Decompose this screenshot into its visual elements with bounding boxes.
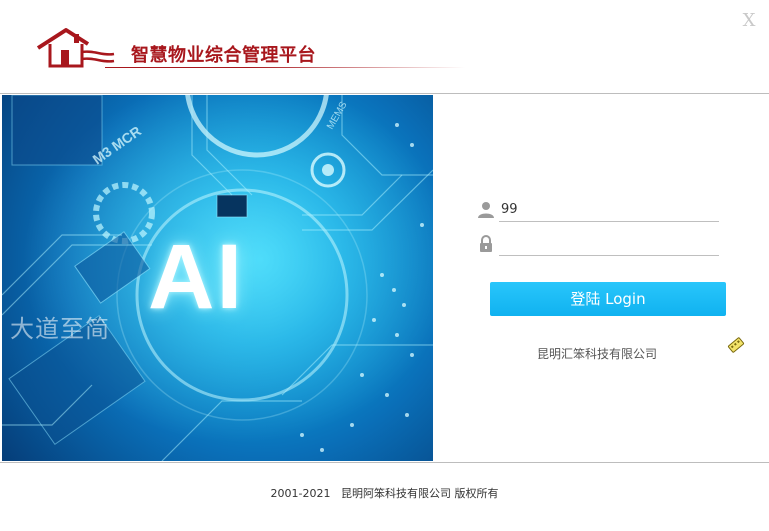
ime-keyboard-icon[interactable]	[727, 336, 745, 354]
banner-headline: AI	[148, 226, 244, 328]
house-logo-icon	[36, 28, 115, 68]
banner-slogan: 大道至简	[10, 315, 110, 343]
footer: 2001-2021 昆明阿笨科技有限公司 版权所有	[0, 485, 769, 501]
app-title: 智慧物业综合管理平台	[131, 45, 316, 66]
login-button[interactable]: 登陆 Login	[490, 282, 726, 316]
username-row	[478, 198, 720, 222]
close-button[interactable]: X	[740, 10, 758, 32]
footer-years: 2001-2021	[270, 487, 331, 500]
password-row	[478, 232, 720, 256]
banner-image: M3 MCR MEMS AI 大道至简	[2, 95, 433, 461]
username-input[interactable]	[499, 198, 719, 222]
title-underline	[105, 67, 465, 68]
password-input[interactable]	[499, 232, 719, 256]
footer-divider	[0, 462, 769, 463]
login-form: 登陆 Login 昆明汇笨科技有限公司	[433, 94, 769, 462]
header: 智慧物业综合管理平台 X	[0, 0, 769, 93]
lock-icon	[480, 235, 492, 252]
user-icon	[478, 202, 494, 218]
company-name: 昆明汇笨科技有限公司	[537, 347, 658, 361]
footer-rights: 版权所有	[454, 487, 499, 500]
footer-company: 昆明阿笨科技有限公司	[340, 487, 451, 500]
